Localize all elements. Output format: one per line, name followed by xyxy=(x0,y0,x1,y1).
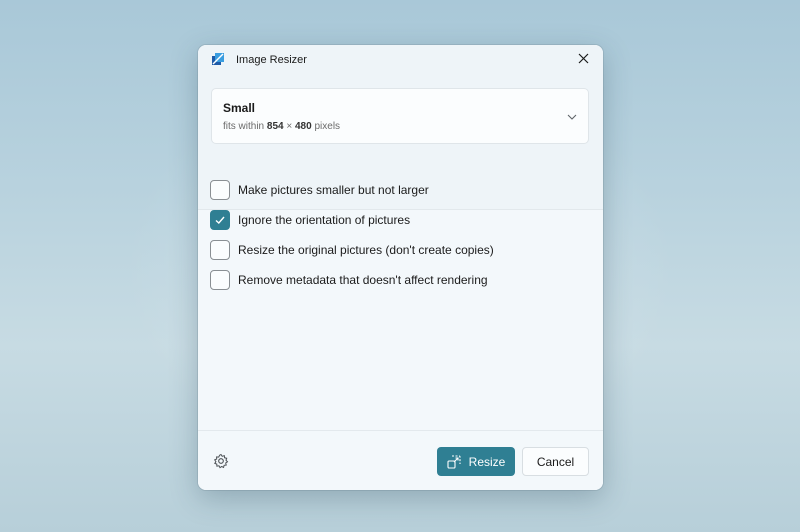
window-title: Image Resizer xyxy=(236,54,307,66)
footer: Resize Cancel xyxy=(198,430,603,490)
preset-description: fits within 854 × 480 pixels xyxy=(223,121,340,132)
preset-times: × xyxy=(286,121,293,132)
resize-originals-checkbox[interactable] xyxy=(210,240,230,260)
size-preset-dropdown[interactable]: Small fits within 854 × 480 pixels xyxy=(211,88,589,144)
remove-metadata-checkbox[interactable] xyxy=(210,270,230,290)
option-label: Make pictures smaller but not larger xyxy=(238,183,429,197)
option-resize-originals[interactable]: Resize the original pictures (don't crea… xyxy=(210,240,570,260)
close-button[interactable] xyxy=(563,45,603,75)
preset-unit: pixels xyxy=(314,121,341,132)
resize-button[interactable]: Resize xyxy=(437,447,515,476)
close-icon xyxy=(578,51,589,69)
option-remove-metadata[interactable]: Remove metadata that doesn't affect rend… xyxy=(210,270,570,290)
option-label: Ignore the orientation of pictures xyxy=(238,213,411,227)
option-label: Remove metadata that doesn't affect rend… xyxy=(238,273,488,287)
preset-name: Small xyxy=(223,101,256,115)
option-make-smaller[interactable]: Make pictures smaller but not larger xyxy=(210,180,570,200)
image-resizer-icon xyxy=(211,52,225,66)
preset-description-prefix: fits within xyxy=(223,121,265,132)
option-ignore-orientation[interactable]: Ignore the orientation of pictures xyxy=(210,210,570,230)
option-label: Resize the original pictures (don't crea… xyxy=(238,243,494,257)
chevron-down-icon xyxy=(566,110,578,122)
cancel-button[interactable]: Cancel xyxy=(522,447,589,476)
checkmark-icon xyxy=(215,216,225,224)
image-resizer-window: Image Resizer Small fits within 854 × 48… xyxy=(198,45,603,490)
gear-icon[interactable] xyxy=(213,453,229,469)
preset-width: 854 xyxy=(266,121,284,132)
resize-label: Resize xyxy=(468,454,506,469)
make-smaller-checkbox[interactable] xyxy=(210,180,230,200)
resize-icon xyxy=(447,454,461,469)
ignore-orientation-checkbox[interactable] xyxy=(210,210,230,230)
preset-height: 480 xyxy=(295,121,312,132)
title-bar: Image Resizer xyxy=(198,45,603,75)
